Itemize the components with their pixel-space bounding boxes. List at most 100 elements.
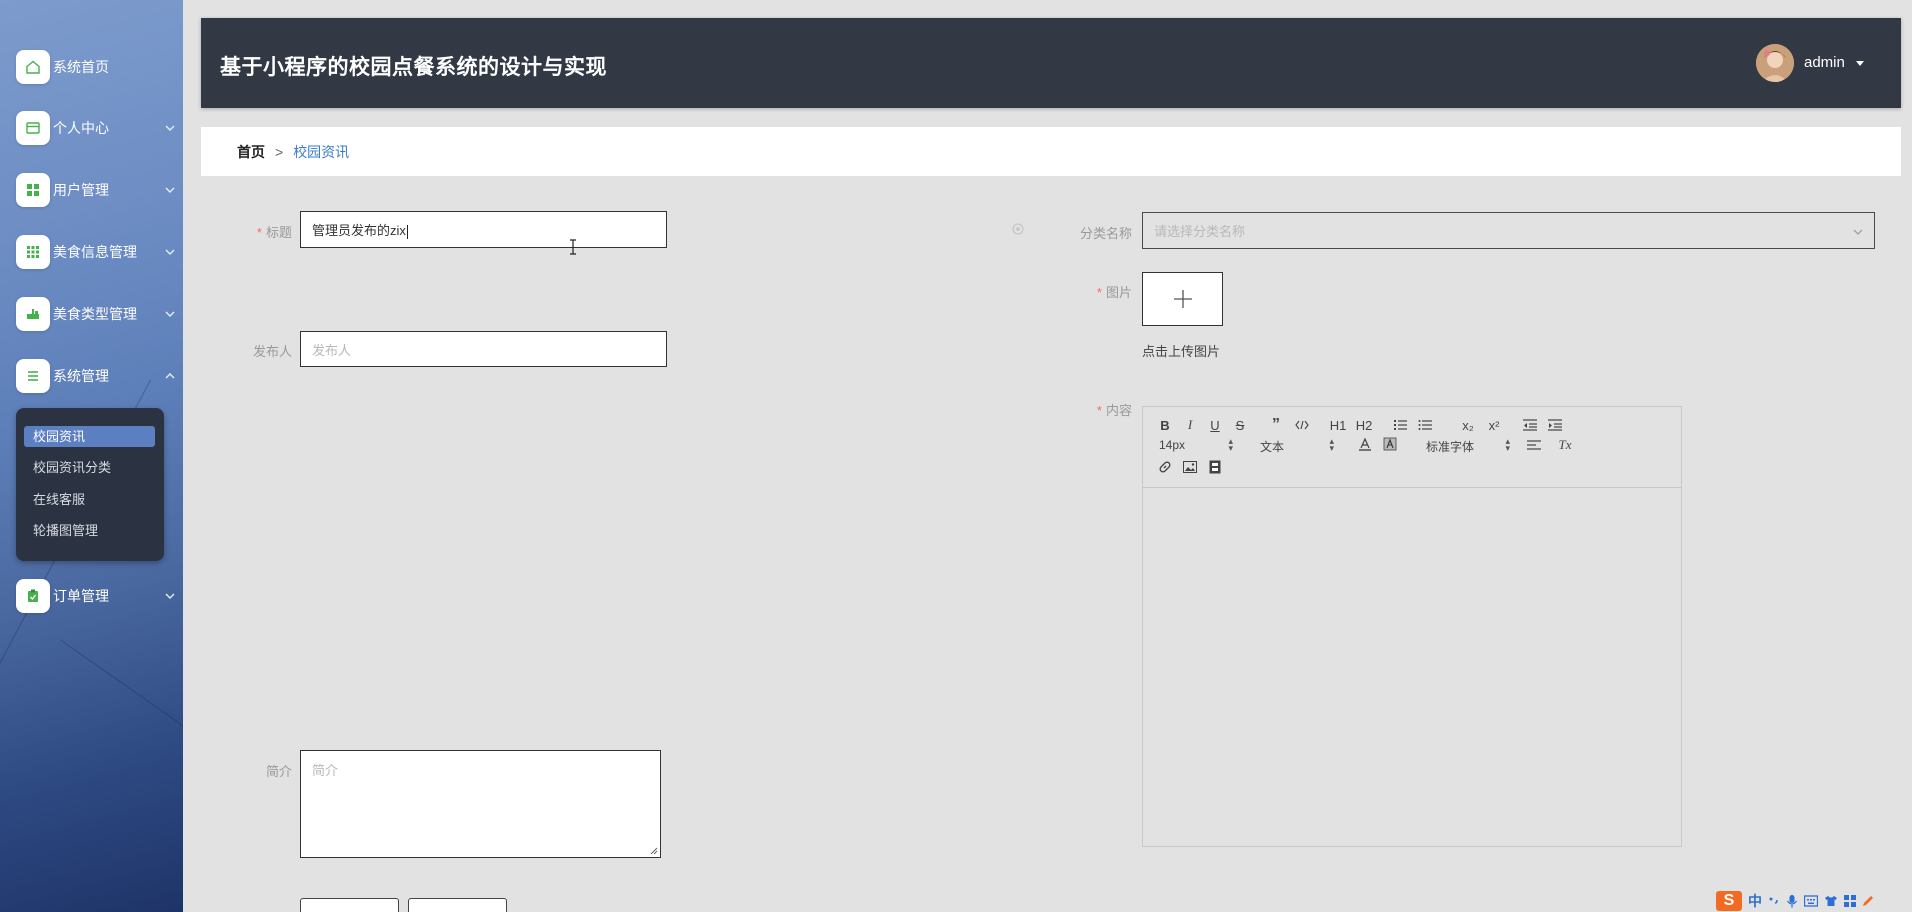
content-label: * 内容 (1070, 400, 1132, 419)
card-icon (16, 111, 50, 145)
title-input-value: 管理员发布的zix (312, 220, 408, 239)
editor-toolbar: B I U S ” H1 H2 x₂ x² 14px ▴ ▾ 文本 ▴ ▾ 标准… (1143, 407, 1681, 488)
video-icon[interactable] (1206, 459, 1224, 475)
submenu-item-campus-news[interactable]: 校园资讯 (24, 426, 155, 447)
sidebar-item-label: 美食信息管理 (53, 244, 137, 260)
heading-select[interactable]: 文本 ▴ ▾ (1260, 436, 1334, 455)
apps-icon (16, 235, 50, 269)
content-label-text: 内容 (1105, 403, 1132, 418)
sidebar-item-users[interactable]: 用户管理 (16, 173, 183, 207)
resize-grip-icon[interactable] (650, 847, 658, 855)
user-menu-name[interactable]: admin (1804, 54, 1845, 71)
clear-icon[interactable] (1012, 223, 1024, 235)
heading-value: 文本 (1260, 440, 1285, 454)
font-color-icon[interactable] (1356, 436, 1374, 452)
publisher-label: 发布人 (252, 344, 292, 359)
required-mark: * (256, 225, 262, 240)
superscript-button[interactable]: x² (1485, 417, 1503, 433)
sidebar-item-orders[interactable]: 订单管理 (16, 579, 183, 613)
title-label: * 标题 (240, 222, 292, 241)
top-header: 基于小程序的校园点餐系统的设计与实现 admin (201, 18, 1901, 108)
blockquote-icon[interactable]: ” (1267, 416, 1285, 433)
clean-format-button[interactable]: Tx (1556, 437, 1574, 453)
image-icon[interactable] (1181, 459, 1199, 475)
grid-icon (16, 173, 50, 207)
font-family-select[interactable]: 标准字体 ▴ ▾ (1426, 436, 1510, 455)
updown-icon: ▴ ▾ (1329, 436, 1334, 453)
sidebar-item-label: 系统管理 (53, 368, 109, 384)
list-icon (16, 359, 50, 393)
submenu-item-carousel[interactable]: 轮播图管理 (24, 520, 155, 541)
code-icon[interactable] (1293, 417, 1311, 433)
system-submenu: 校园资讯 校园资讯分类 在线客服 轮播图管理 (16, 408, 164, 561)
publisher-placeholder: 发布人 (312, 342, 352, 358)
underline-button[interactable]: U (1206, 417, 1224, 433)
punctuation-icon[interactable] (1768, 895, 1780, 907)
keyboard-icon[interactable] (1804, 895, 1818, 907)
bold-button[interactable]: B (1156, 417, 1174, 433)
ime-logo[interactable]: S (1716, 891, 1742, 911)
plus-icon (1173, 290, 1192, 308)
title-input[interactable]: 管理员发布的zix (300, 211, 667, 248)
sidebar-item-home[interactable]: 系统首页 (16, 50, 183, 84)
image-label-text: 图片 (1105, 285, 1132, 300)
ime-language[interactable]: 中 (1748, 891, 1762, 911)
intro-placeholder: 简介 (312, 763, 339, 778)
header1-button[interactable]: H1 (1329, 417, 1347, 433)
sidebar-item-label: 美食类型管理 (53, 306, 137, 322)
font-size-value: 14px (1159, 438, 1186, 452)
sidebar-item-label: 系统首页 (53, 59, 109, 75)
chevron-down-icon (165, 125, 175, 131)
chevron-down-icon (165, 593, 175, 599)
sidebar-item-personal[interactable]: 个人中心 (16, 111, 183, 145)
publisher-input[interactable]: 发布人 (300, 331, 667, 367)
align-icon[interactable] (1525, 437, 1543, 453)
sidebar-item-label: 订单管理 (53, 588, 109, 604)
food-icon (16, 297, 50, 331)
bullet-list-icon[interactable] (1416, 417, 1434, 433)
updown-icon: ▴ ▾ (1505, 436, 1510, 453)
caret-down-icon[interactable] (1855, 58, 1865, 68)
background-decoration (60, 639, 183, 870)
submenu-item-online-service[interactable]: 在线客服 (24, 489, 155, 510)
upload-hint: 点击上传图片 (1142, 344, 1221, 359)
breadcrumb: 首页 > 校园资讯 (201, 127, 1901, 176)
ordered-list-icon[interactable] (1391, 417, 1409, 433)
sidebar-item-food-info[interactable]: 美食信息管理 (16, 235, 183, 269)
submenu-item-news-category[interactable]: 校园资讯分类 (24, 457, 155, 478)
category-label: 分类名称 (1079, 226, 1132, 241)
chevron-up-icon (165, 373, 175, 379)
avatar[interactable] (1756, 44, 1794, 82)
sidebar-item-label: 个人中心 (53, 120, 109, 136)
ime-toolbar: S 中 (1716, 890, 1912, 912)
italic-button[interactable]: I (1181, 417, 1199, 433)
cancel-button[interactable] (408, 898, 507, 912)
subscript-button[interactable]: x₂ (1459, 417, 1477, 433)
outdent-icon[interactable] (1521, 417, 1539, 433)
background-color-icon[interactable] (1381, 436, 1399, 452)
image-upload-button[interactable] (1142, 272, 1223, 326)
chevron-down-icon (165, 187, 175, 193)
indent-icon[interactable] (1546, 417, 1564, 433)
header2-button[interactable]: H2 (1355, 417, 1373, 433)
pen-icon[interactable] (1862, 895, 1874, 907)
app-title: 基于小程序的校园点餐系统的设计与实现 (220, 56, 607, 79)
skin-icon[interactable] (1824, 895, 1838, 907)
toolbox-icon[interactable] (1844, 895, 1856, 907)
chevron-down-icon (1853, 229, 1863, 235)
sidebar: 系统首页 个人中心 用户管理 美食信息管理 美食类型管理 系统管理 校园资讯 校… (0, 0, 183, 912)
breadcrumb-home[interactable]: 首页 (237, 142, 265, 162)
intro-textarea[interactable]: 简介 (300, 750, 661, 858)
link-icon[interactable] (1156, 459, 1174, 475)
sidebar-item-system[interactable]: 系统管理 (16, 359, 183, 393)
submit-button[interactable] (300, 898, 399, 912)
chevron-down-icon (165, 249, 175, 255)
strike-button[interactable]: S (1231, 417, 1249, 433)
microphone-icon[interactable] (1786, 894, 1798, 908)
category-select[interactable]: 请选择分类名称 (1142, 212, 1875, 249)
required-mark: * (1096, 403, 1102, 418)
rich-text-editor: B I U S ” H1 H2 x₂ x² 14px ▴ ▾ 文本 ▴ ▾ 标准… (1142, 406, 1682, 847)
chevron-down-icon (165, 311, 175, 317)
font-size-select[interactable]: 14px ▴ ▾ (1159, 437, 1233, 453)
sidebar-item-food-type[interactable]: 美食类型管理 (16, 297, 183, 331)
